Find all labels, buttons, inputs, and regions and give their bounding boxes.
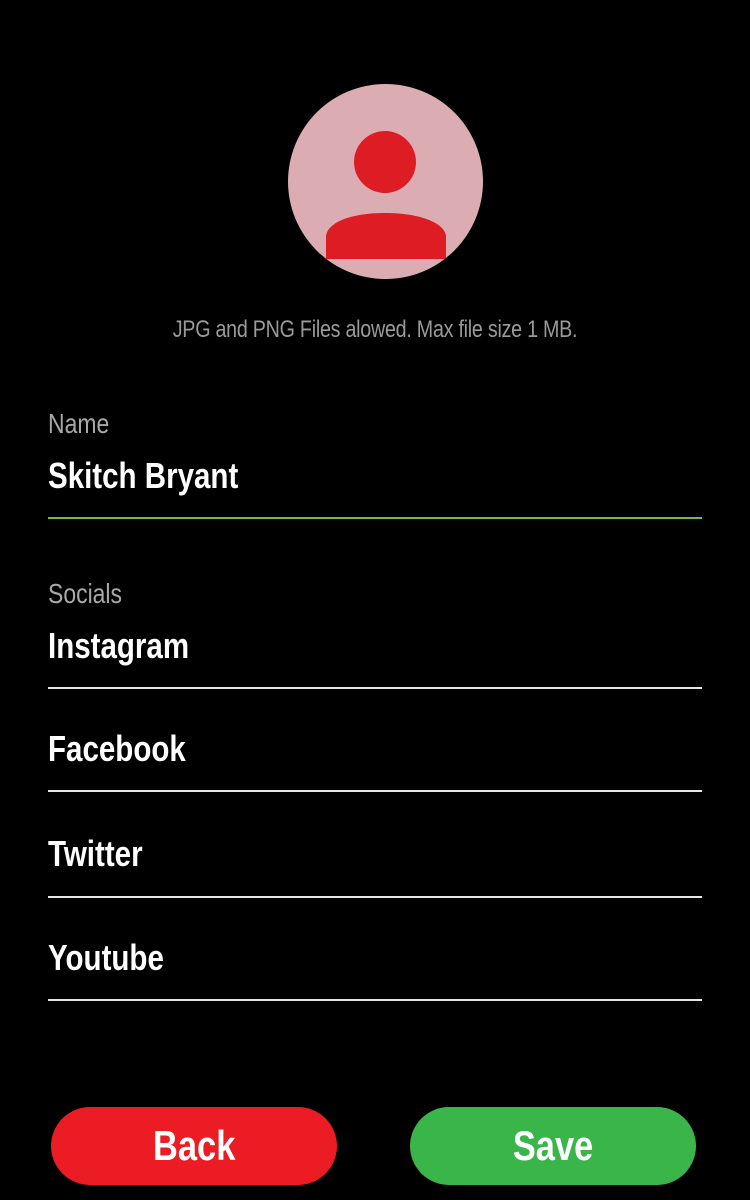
- name-label: Name: [48, 408, 110, 439]
- socials-label: Socials: [48, 578, 123, 609]
- instagram-field[interactable]: [48, 626, 585, 666]
- back-button-label: Back: [152, 1122, 236, 1169]
- youtube-underline: [48, 999, 702, 1001]
- avatar-upload[interactable]: [288, 84, 483, 279]
- back-button[interactable]: Back: [51, 1107, 337, 1185]
- twitter-underline: [48, 896, 702, 898]
- instagram-underline: [48, 687, 702, 689]
- facebook-underline: [48, 790, 702, 792]
- save-button[interactable]: Save: [410, 1107, 696, 1185]
- upload-hint: JPG and PNG Files alowed. Max file size …: [172, 316, 578, 343]
- youtube-field[interactable]: [48, 938, 585, 978]
- user-silhouette-icon: [326, 131, 446, 259]
- save-button-label: Save: [512, 1122, 594, 1169]
- name-underline: [48, 517, 702, 519]
- facebook-field[interactable]: [48, 729, 585, 769]
- twitter-field[interactable]: [48, 834, 585, 874]
- name-field[interactable]: [48, 456, 585, 496]
